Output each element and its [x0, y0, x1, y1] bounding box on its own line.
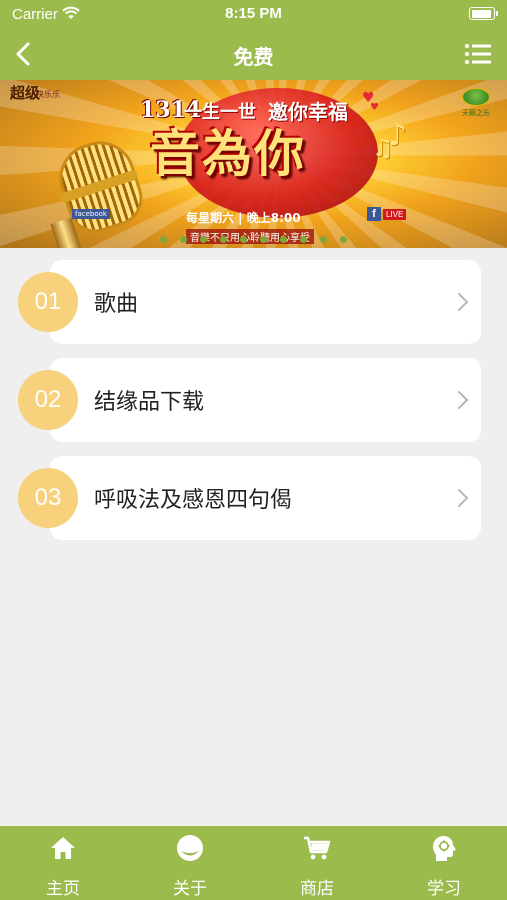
- cart-icon: [304, 836, 331, 860]
- item-number-badge: 02: [18, 370, 78, 430]
- list-item[interactable]: 03 呼吸法及感恩四句偈: [18, 456, 481, 540]
- battery-icon: [469, 7, 498, 20]
- carousel-dot[interactable]: [220, 236, 227, 243]
- list-item-label: 歌曲: [94, 292, 139, 317]
- live-label: LIVE: [383, 208, 407, 220]
- heart-icon: ♥: [370, 102, 379, 113]
- carousel-dot[interactable]: [300, 236, 307, 243]
- tab-label: 商店: [300, 879, 334, 899]
- list-icon: [465, 44, 491, 64]
- tab-bar: 主页 关于 商店 学习: [0, 826, 507, 900]
- carousel-dot[interactable]: [200, 236, 207, 243]
- carousel-dot[interactable]: [260, 236, 267, 243]
- facebook-icon: f: [367, 207, 381, 221]
- list-item[interactable]: 02 结缘品下载: [18, 358, 481, 442]
- home-icon: [51, 837, 75, 859]
- carousel-dot[interactable]: [240, 236, 247, 243]
- banner-slogan-right: 邀你幸福: [268, 100, 348, 124]
- list-item[interactable]: 01 歌曲: [18, 260, 481, 344]
- carousel-dot[interactable]: [280, 236, 287, 243]
- tab-home[interactable]: 主页: [0, 826, 126, 900]
- clock: 8:15 PM: [225, 5, 282, 22]
- list-item-label: 结缘品下载: [94, 390, 205, 415]
- tab-about[interactable]: 关于: [127, 826, 253, 900]
- banner-slogan-left: 一生一世: [184, 102, 256, 123]
- facebook-live-badge: f LIVE: [367, 207, 407, 221]
- tab-label: 关于: [173, 879, 207, 899]
- banner-title: 音為你: [150, 125, 306, 183]
- banner-brand-sub: 快乐乐: [36, 90, 60, 99]
- carousel-dot[interactable]: [340, 236, 347, 243]
- nav-bar: 免费: [0, 28, 507, 80]
- music-note-icon: ♫: [372, 134, 394, 162]
- tab-shop[interactable]: 商店: [254, 826, 380, 900]
- promo-banner[interactable]: 超级 快乐乐 天籁之乐 1314 一生一世 邀你幸福 ♥ ♥ 音為你 ♪ ♫ f…: [0, 80, 507, 248]
- head-icon: [433, 836, 456, 861]
- chevron-right-icon: [458, 293, 469, 311]
- banner-schedule: 每星期六 | 晚上8:00: [186, 211, 301, 225]
- tab-label: 学习: [427, 879, 461, 899]
- channel-logo: 天籁之乐: [461, 88, 491, 118]
- about-icon: [177, 835, 203, 861]
- carousel-dot[interactable]: [180, 236, 187, 243]
- tab-study[interactable]: 学习: [381, 826, 507, 900]
- carousel-dot[interactable]: [320, 236, 327, 243]
- item-number-badge: 01: [18, 272, 78, 332]
- item-number-badge: 03: [18, 468, 78, 528]
- menu-button[interactable]: [463, 40, 493, 68]
- list-item-label: 呼吸法及感恩四句偈: [94, 488, 293, 513]
- page-title: 免费: [233, 45, 274, 69]
- facebook-badge: facebook: [72, 209, 110, 219]
- tab-label: 主页: [46, 879, 80, 899]
- carousel-indicator[interactable]: [0, 236, 507, 248]
- channel-name: 天籁之乐: [462, 109, 490, 117]
- chevron-right-icon: [458, 489, 469, 507]
- chevron-right-icon: [458, 391, 469, 409]
- status-bar: Carrier 8:15 PM: [0, 0, 507, 28]
- carousel-dot[interactable]: [160, 236, 167, 243]
- channel-logo-mark: [462, 88, 490, 106]
